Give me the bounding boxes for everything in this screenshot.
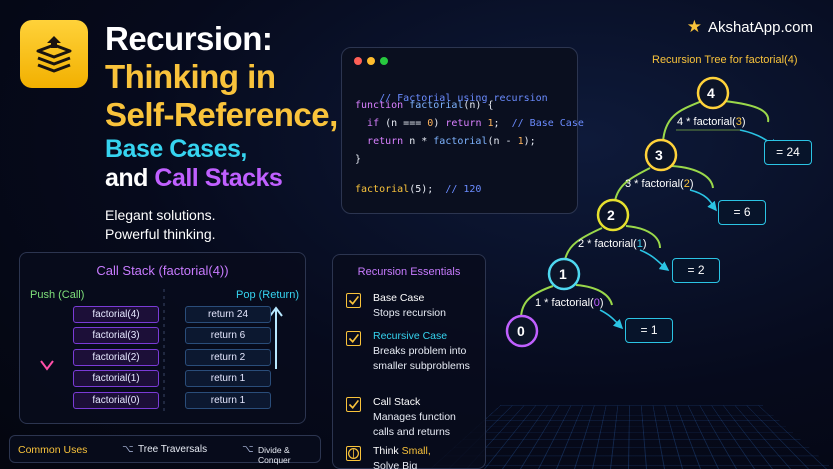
call-text: 2 * factorial( [578, 238, 637, 250]
call-close: ) [599, 297, 604, 309]
check-icon [346, 331, 361, 346]
call-close: ) [689, 178, 694, 190]
essential-base-case: Base Case Stops recursion [346, 292, 481, 322]
stack-frame: factorial(1) [73, 370, 159, 387]
call-text: 4 * factorial( [677, 116, 736, 128]
essential-desc: Stops recursion [373, 307, 446, 319]
use-tree-traversals: Tree Traversals [138, 444, 208, 455]
tree-call-3: 3 * factorial(2) [625, 178, 694, 190]
result-box-2: = 2 [672, 258, 720, 283]
call-text: 1 * factorial( [535, 297, 594, 309]
essential-desc: Manages function calls and returns [373, 411, 456, 438]
tree-node-3: 3 [655, 147, 663, 163]
result-box-1: = 1 [625, 318, 673, 343]
call-close: ) [741, 116, 746, 128]
brain-icon [346, 446, 361, 461]
essentials-panel: Recursion Essentials Base Case Stops rec… [332, 254, 486, 469]
stack-return: return 24 [185, 306, 271, 323]
essential-head: Think Small, [373, 445, 431, 457]
essential-call-stack: Call Stack Manages function calls and re… [346, 396, 481, 438]
tree-call-2: 2 * factorial(1) [578, 238, 647, 250]
split-icon: ⌥ [242, 444, 254, 455]
tree-branch-icon: ⌥ [122, 444, 134, 455]
check-icon [346, 293, 361, 308]
stack-return: return 6 [185, 327, 271, 344]
essential-recursive-case: Recursive Case Breaks problem into small… [346, 330, 481, 390]
result-box-24: = 24 [764, 140, 812, 165]
tree-node-1: 1 [559, 266, 567, 282]
common-uses-bar: Common Uses ⌥ Tree Traversals ⌥ Divide &… [9, 435, 321, 465]
stack-frame: factorial(2) [73, 349, 159, 366]
tree-node-4: 4 [707, 85, 715, 101]
stack-return: return 2 [185, 349, 271, 366]
essential-think-small: Think Small, Solve Big [346, 445, 481, 469]
use-divide-conquer: Divide & Conquer [258, 445, 291, 465]
check-icon [346, 397, 361, 412]
stack-return: return 1 [185, 392, 271, 409]
essential-head: Base Case [373, 292, 425, 304]
stack-frame: factorial(3) [73, 327, 159, 344]
essential-head: Call Stack [373, 396, 421, 408]
stack-return: return 1 [185, 370, 271, 387]
essentials-title: Recursion Essentials [357, 266, 461, 278]
tree-call-1: 1 * factorial(0) [535, 297, 604, 309]
call-text: 3 * factorial( [625, 178, 684, 190]
small-text: Small, [401, 445, 431, 457]
stack-frame: factorial(0) [73, 392, 159, 409]
essential-head: Recursive Case [373, 330, 448, 342]
tree-node-0: 0 [517, 323, 525, 339]
stack-frame: factorial(4) [73, 306, 159, 323]
tree-node-2: 2 [607, 207, 615, 223]
tree-call-4: 4 * factorial(3) [677, 116, 746, 128]
call-stack-panel: Call Stack (factorial(4)) Push (Call) Po… [19, 252, 306, 424]
think-text: Think [373, 445, 402, 457]
call-close: ) [642, 238, 647, 250]
common-uses-label: Common Uses [18, 444, 88, 456]
essential-desc: Solve Big [373, 460, 418, 469]
essential-desc: Breaks problem into smaller subproblems [373, 345, 470, 372]
result-box-6: = 6 [718, 200, 766, 225]
